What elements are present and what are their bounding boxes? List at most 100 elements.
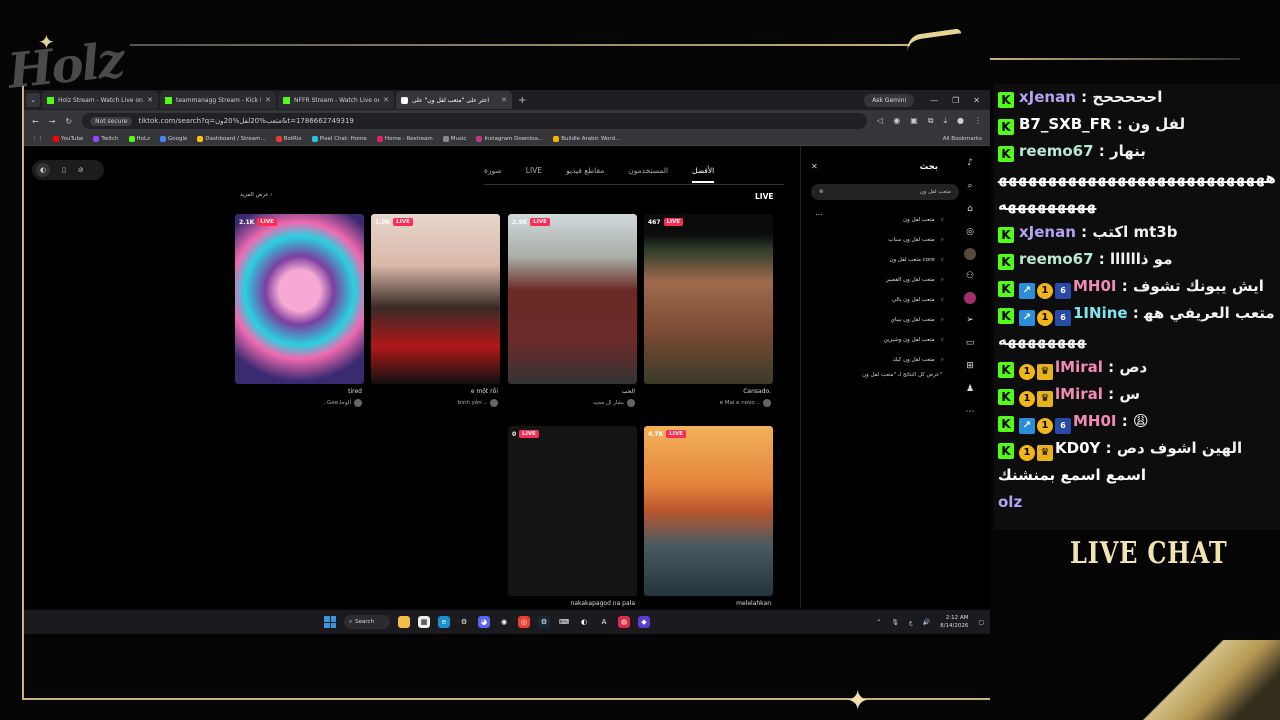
tab-users[interactable]: المستخدمون [628, 166, 668, 183]
taskbar-search[interactable]: ⌕ Search [344, 615, 390, 629]
bookmark-item[interactable]: Twitch [93, 135, 119, 142]
home-icon[interactable]: ⌂ [963, 202, 977, 216]
live-thumbnail[interactable]: 4.7K LIVE [644, 426, 773, 596]
keyboard-icon[interactable]: ⌨ [558, 616, 570, 628]
app-icon[interactable]: ◆ [638, 616, 650, 628]
live-card[interactable]: 4.7K LIVE melelahkan [644, 426, 773, 607]
download-icon[interactable]: ⤓ [943, 116, 947, 126]
avatar[interactable] [964, 248, 976, 260]
not-secure-badge[interactable]: Not secure [90, 116, 133, 126]
close-tab-icon[interactable]: ✕ [383, 96, 389, 104]
tab-videos[interactable]: مقاطع فيديو [566, 166, 604, 183]
bookmark-item[interactable]: Instagram Downloa... [476, 135, 543, 142]
bookmark-item[interactable]: Buildle Arabic Word... [553, 135, 620, 142]
bookmark-item[interactable]: Google [159, 135, 187, 142]
phone-icon[interactable]: ▯ [62, 166, 66, 174]
start-icon[interactable] [324, 616, 336, 628]
apps-icon[interactable]: ⋮⋮ [32, 136, 43, 142]
close-tab-icon[interactable]: ✕ [501, 96, 507, 104]
suggestion-item[interactable]: متعب لفل ون core ⌕ [804, 250, 944, 270]
live-thumbnail[interactable]: 1.0K LIVE [371, 214, 500, 384]
see-more-link[interactable]: عرض المزيد › [240, 192, 273, 198]
extension-icon[interactable]: ▣ [910, 116, 918, 126]
forward-icon[interactable]: → [49, 117, 56, 126]
following-icon[interactable]: ⚇ [963, 269, 977, 283]
suggestion-item[interactable]: متعب لفل ون ⌕ [804, 210, 944, 230]
bookmark-item[interactable]: Dashboard / Stream... [197, 135, 266, 142]
app-icon[interactable]: A [598, 616, 610, 628]
live-card[interactable]: 0 LIVE nakakapagod na pala [508, 426, 637, 607]
live-thumbnail[interactable]: 0 LIVE [508, 426, 637, 596]
suggestion-item[interactable]: متعب لفل ون بيباي ⌕ [804, 310, 944, 330]
author[interactable]: بشار ال مجيد [508, 395, 637, 407]
back-icon[interactable]: ← [32, 117, 39, 126]
clock[interactable]: 2:12 AM 8/14/2026 [940, 614, 968, 630]
chevron-up-icon[interactable]: ⌃ [876, 619, 881, 626]
bookmark-item[interactable]: Pixel Chat: Home [311, 135, 367, 142]
live-card[interactable]: 467 LIVE Cansado. é Mai e novo .. [644, 214, 773, 407]
close-icon[interactable]: ✕ [973, 96, 980, 105]
bookmark-item[interactable]: Music [442, 135, 466, 142]
tab-top[interactable]: الأفضل [692, 166, 715, 183]
tab-live[interactable]: LIVE [526, 166, 542, 183]
tab-search-button[interactable]: ⌄ [26, 93, 40, 107]
profile-icon[interactable]: ● [957, 116, 964, 126]
minimize-icon[interactable]: — [930, 96, 938, 105]
settings-icon[interactable]: ⚙ [458, 616, 470, 628]
live-thumbnail[interactable]: 2.1K LIVE [235, 214, 364, 384]
live-thumbnail[interactable]: 2.9K LIVE [508, 214, 637, 384]
ask-gemini-button[interactable]: Ask Gemini [864, 93, 915, 107]
edge-icon[interactable]: e [438, 616, 450, 628]
close-tab-icon[interactable]: ✕ [147, 96, 153, 104]
obs-icon[interactable]: ◉ [498, 616, 510, 628]
suggestion-item[interactable]: متعب لفل ون كيك ⌕ [804, 350, 944, 370]
suggestion-item[interactable]: متعب لفل ون يالي ⌕ [804, 290, 944, 310]
search-icon[interactable]: ⌕ [963, 179, 977, 193]
store-icon[interactable]: ▦ [418, 616, 430, 628]
browser-tab-active[interactable]: اعثر على "متعب لفل ون" على ✕ [396, 91, 512, 109]
notification-icon[interactable]: ▢ [978, 619, 984, 626]
suggestion-item[interactable]: متعب لفل ون القصير ⌕ [804, 270, 944, 290]
mic-icon[interactable]: 🎙 [891, 619, 899, 626]
menu-icon[interactable]: ⋮ [974, 116, 982, 126]
author[interactable]: ..Gee،ألوجا [235, 395, 364, 407]
all-bookmarks[interactable]: All Bookmarks [943, 136, 982, 142]
profile-icon[interactable]: ♟ [963, 382, 977, 396]
author[interactable]: bình yên .. [371, 395, 500, 407]
discord-icon[interactable]: ◕ [478, 616, 490, 628]
live-card[interactable]: 1.0K LIVE e một rồi bình yên .. [371, 214, 500, 407]
bookmark-item[interactable]: Home - Restream [376, 135, 433, 142]
steam-icon[interactable]: ⚙ [538, 616, 550, 628]
maximize-icon[interactable]: ❐ [952, 96, 959, 105]
language-indicator[interactable]: ع [909, 619, 913, 626]
file-explorer-icon[interactable] [398, 616, 410, 628]
tab-photo[interactable]: صورة [484, 166, 502, 183]
clear-icon[interactable]: ⊗ [819, 189, 824, 195]
browser-tab[interactable]: NFFR Stream - Watch Live on K ✕ [278, 91, 394, 109]
upload-icon[interactable]: ⊞ [963, 359, 977, 373]
live-card[interactable]: 2.9K LIVE الحب بشار ال مجيد [508, 214, 637, 407]
more-icon[interactable]: ⋯ [963, 405, 977, 419]
app-icon[interactable]: ◍ [618, 616, 630, 628]
explore-icon[interactable]: ◎ [963, 225, 977, 239]
avatar[interactable]: ◐ [36, 163, 50, 177]
block-icon[interactable]: ⊘ [78, 166, 84, 174]
url-field[interactable]: Not secure tiktok.com/search?q=متعب%20لف… [82, 113, 868, 129]
suggestion-item[interactable]: متعب لفل ون وشيرين ⌕ [804, 330, 944, 350]
mute-icon[interactable]: ◁ [877, 116, 883, 126]
browser-tab[interactable]: teammanagg Stream - Kick Da ✕ [160, 91, 276, 109]
close-tab-icon[interactable]: ✕ [265, 96, 271, 104]
reload-icon[interactable]: ↻ [65, 117, 72, 126]
live-card[interactable]: 2.1K LIVE tired ..Gee،ألوجا [235, 214, 364, 407]
app-icon[interactable]: ◐ [578, 616, 590, 628]
author[interactable]: é Mai e novo .. [644, 395, 773, 407]
inbox-icon[interactable]: ➢ [963, 313, 977, 327]
suggestion-item[interactable]: متعب لفل ون سناب ⌕ [804, 230, 944, 250]
search-input[interactable]: ⊗ متعب لفل ون [811, 184, 959, 200]
live-thumbnail[interactable]: 467 LIVE [644, 214, 773, 384]
messages-icon[interactable]: ▭ [963, 336, 977, 350]
volume-icon[interactable]: 🔊 [923, 619, 930, 626]
chrome-icon[interactable]: ◎ [518, 616, 530, 628]
avatar[interactable] [964, 292, 976, 304]
puzzle-icon[interactable]: ⧉ [928, 116, 934, 126]
